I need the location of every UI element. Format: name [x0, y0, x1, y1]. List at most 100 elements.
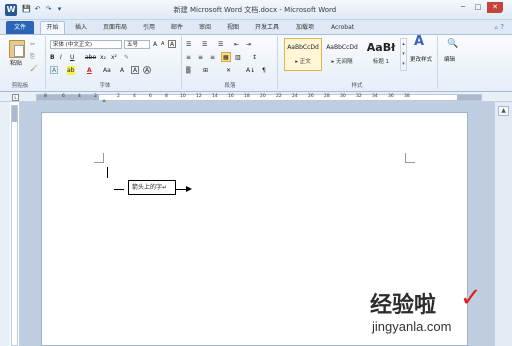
bold-button[interactable]: B — [50, 53, 55, 62]
justify-button[interactable]: ▦ — [221, 52, 231, 62]
editing-button[interactable]: 编辑 — [444, 56, 455, 65]
paste-icon[interactable] — [9, 40, 25, 58]
customize-qat-icon[interactable]: ▾ — [55, 5, 64, 14]
strikethrough-button[interactable]: abe — [85, 53, 96, 62]
word-logo-icon[interactable]: W — [5, 4, 17, 16]
highlight-button[interactable]: ab — [67, 66, 75, 75]
change-case-button[interactable]: Aa — [103, 66, 111, 75]
ruler-number: 32 — [356, 94, 362, 99]
cut-icon[interactable]: ✂ — [30, 40, 35, 49]
watermark-check-icon: ✓ — [460, 283, 482, 313]
word-window: W 💾 ↶ ↷ ▾ 新建 Microsoft Word 文档.docx - Mi… — [0, 0, 512, 346]
connector-line[interactable] — [114, 189, 124, 190]
ruler-number: 28 — [324, 94, 330, 99]
grow-font-icon[interactable]: A — [153, 40, 157, 49]
multilevel-list-button[interactable]: ☰ — [218, 40, 223, 49]
superscript-button[interactable]: x² — [111, 53, 117, 62]
shrink-font-icon[interactable]: A — [161, 40, 164, 49]
line-spacing-button[interactable]: ↕ — [252, 53, 257, 62]
paste-button[interactable]: 粘贴 — [10, 59, 22, 68]
minimize-button[interactable]: ─ — [456, 2, 470, 13]
help-icon[interactable]: ▵ ? — [495, 23, 504, 31]
shading-button[interactable]: ▒ — [186, 66, 191, 75]
decrease-indent-button[interactable]: ⇤ — [234, 40, 239, 49]
vertical-ruler[interactable] — [11, 105, 18, 346]
ruler-number: 8 — [165, 94, 168, 99]
tab-references[interactable]: 引用 — [143, 22, 155, 33]
tab-home[interactable]: 开始 — [40, 21, 65, 34]
tab-developer[interactable]: 开发工具 — [255, 22, 279, 33]
sort-button[interactable]: A↓ — [246, 66, 255, 75]
distributed-button[interactable]: ▥ — [235, 53, 241, 62]
ruler-number: 34 — [372, 94, 378, 99]
subscript-button[interactable]: x₂ — [100, 53, 106, 62]
asian-layout-button[interactable]: ✕ — [226, 66, 231, 75]
tab-file[interactable]: 文件 — [6, 21, 34, 34]
tab-view[interactable]: 视图 — [227, 22, 239, 33]
underline-button[interactable]: U — [70, 53, 74, 62]
ruler-number: 38 — [404, 94, 410, 99]
tab-acrobat[interactable]: Acrobat — [331, 22, 354, 33]
crop-mark-top-right — [405, 153, 415, 163]
borders-button[interactable]: ⊞ — [203, 66, 208, 75]
ruler-number: 14 — [212, 94, 218, 99]
ruler-number: 22 — [276, 94, 282, 99]
ruler-number: 24 — [292, 94, 298, 99]
arrow-text-box[interactable]: 箭头上的字↵ — [128, 180, 176, 195]
tab-page-layout[interactable]: 页面布局 — [103, 22, 127, 33]
bullets-button[interactable]: ☰ — [186, 40, 191, 49]
style-no-spacing[interactable]: AaBbCcDd ▸ 无间隔 — [323, 38, 361, 71]
tab-insert[interactable]: 插入 — [75, 22, 87, 33]
maximize-button[interactable]: □ — [471, 2, 485, 13]
align-right-button[interactable]: ≡ — [210, 53, 215, 62]
text-effects-button[interactable]: A — [50, 66, 59, 74]
align-center-button[interactable]: ≡ — [198, 53, 203, 62]
window-title: 新建 Microsoft Word 文档.docx - Microsoft Wo… — [173, 6, 337, 14]
left-margin-bar — [0, 102, 10, 346]
styles-group-label: 样式 — [351, 83, 363, 89]
tab-addins[interactable]: 加载项 — [296, 22, 314, 33]
format-painter-icon[interactable]: 🖌 — [30, 64, 38, 73]
tab-review[interactable]: 审阅 — [199, 22, 211, 33]
close-button[interactable]: ✕ — [487, 2, 503, 13]
numbering-button[interactable]: ☰ — [202, 40, 207, 49]
char-shading-button[interactable]: A — [131, 66, 140, 74]
font-group-label: 字体 — [99, 83, 111, 89]
ruler-number: 2 — [117, 94, 120, 99]
scroll-up-icon[interactable]: ▲ — [498, 106, 509, 116]
style-normal[interactable]: AaBbCcDd ▸ 正文 — [284, 38, 322, 71]
ruler-number: 16 — [228, 94, 234, 99]
clear-format-icon[interactable]: ✎ — [124, 53, 129, 62]
styles-scroll-icon[interactable]: ▴ ▾ ▾ — [400, 38, 407, 71]
style-heading-1[interactable]: AaBł 标题 1 — [362, 38, 400, 71]
font-name-select[interactable]: 宋体 (中文正文) — [50, 40, 122, 49]
change-styles-icon[interactable]: A — [414, 35, 424, 48]
arrow-head-icon — [186, 186, 192, 192]
character-border-icon[interactable]: A — [168, 40, 177, 48]
watermark-url: jingyanla.com — [372, 319, 452, 334]
style-normal-preview: AaBbCcDd — [287, 44, 319, 51]
undo-icon[interactable]: ↶ — [33, 5, 42, 14]
save-icon[interactable]: 💾 — [22, 5, 31, 14]
change-styles-button[interactable]: 更改样式 — [410, 56, 432, 65]
ruler-number: 10 — [180, 94, 186, 99]
style-heading-1-preview: AaBł — [366, 41, 396, 54]
font-size-select[interactable]: 五号 — [124, 40, 150, 49]
tab-mailings[interactable]: 邮件 — [171, 22, 183, 33]
align-left-button[interactable]: ≡ — [186, 53, 191, 62]
tab-selector-icon[interactable]: L — [12, 94, 19, 101]
ruler-number: 2 — [94, 94, 97, 99]
crop-mark-top-left — [94, 153, 104, 163]
find-icon[interactable]: 🔍 — [447, 40, 458, 49]
increase-indent-button[interactable]: ⇥ — [246, 40, 251, 49]
copy-icon[interactable]: ⎘ — [30, 52, 35, 61]
clipboard-group-label: 剪贴板 — [11, 83, 29, 89]
italic-button[interactable]: I — [60, 53, 62, 62]
grow-font-button[interactable]: A — [120, 66, 124, 75]
ruler-number: 8 — [44, 94, 47, 99]
ruler-number: 30 — [340, 94, 346, 99]
show-marks-button[interactable]: ¶ — [262, 66, 266, 75]
font-color-button[interactable]: A — [87, 66, 92, 75]
ruler-number: 20 — [260, 94, 266, 99]
redo-icon[interactable]: ↷ — [44, 5, 53, 14]
